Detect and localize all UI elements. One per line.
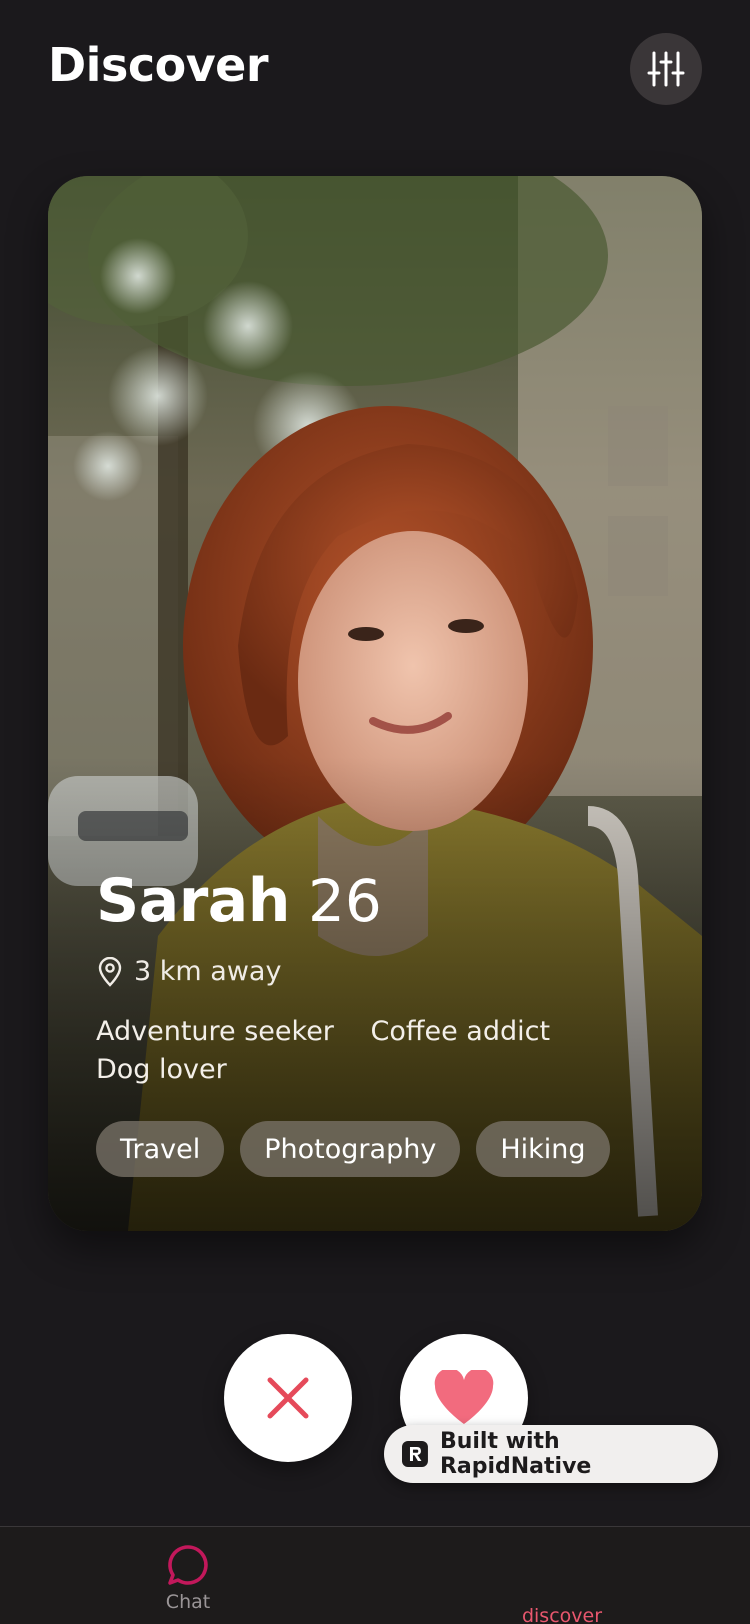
bio-item: Coffee addict — [370, 1016, 551, 1047]
profile-name: Sarah — [96, 866, 291, 936]
built-with-label: Built with RapidNative — [439, 1429, 592, 1479]
bio-item: Dog lover — [96, 1054, 227, 1085]
filter-button[interactable] — [630, 33, 702, 105]
location-row: 3 km away — [96, 956, 676, 987]
profile-card[interactable]: Sarah 26 3 km away Adventure seeker Coff… — [48, 176, 702, 1231]
tab-discover[interactable]: discover — [500, 1543, 624, 1624]
interest-tags: Travel Photography Hiking — [96, 1121, 676, 1177]
map-pin-icon — [98, 956, 122, 987]
tab-chat[interactable]: Chat — [150, 1543, 226, 1613]
bio-tags: Adventure seeker Coffee addict Dog lover — [96, 1013, 636, 1089]
profile-info: Sarah 26 3 km away Adventure seeker Coff… — [96, 866, 676, 1177]
rapidnative-logo — [402, 1441, 428, 1467]
page-title: Discover — [48, 38, 269, 92]
interest-tag: Travel — [96, 1121, 225, 1177]
sliders-icon — [647, 51, 685, 87]
distance-text: 3 km away — [134, 956, 282, 987]
tab-label: discover — [521, 1605, 603, 1624]
profile-age: 26 — [308, 867, 382, 935]
name-row: Sarah 26 — [96, 866, 676, 936]
bio-item: Adventure seeker — [96, 1016, 334, 1047]
chat-bubble-icon — [168, 1545, 208, 1585]
heart-icon — [434, 1370, 494, 1424]
header: Discover — [0, 0, 750, 140]
tab-label: Chat — [165, 1591, 211, 1613]
pass-button[interactable] — [224, 1334, 352, 1462]
interest-tag: Hiking — [476, 1121, 610, 1177]
interest-tag: Photography — [240, 1121, 461, 1177]
built-with-badge[interactable]: Built with RapidNative — [384, 1425, 718, 1483]
tab-bar: Chat discover — [0, 1526, 750, 1624]
close-icon — [267, 1377, 309, 1419]
